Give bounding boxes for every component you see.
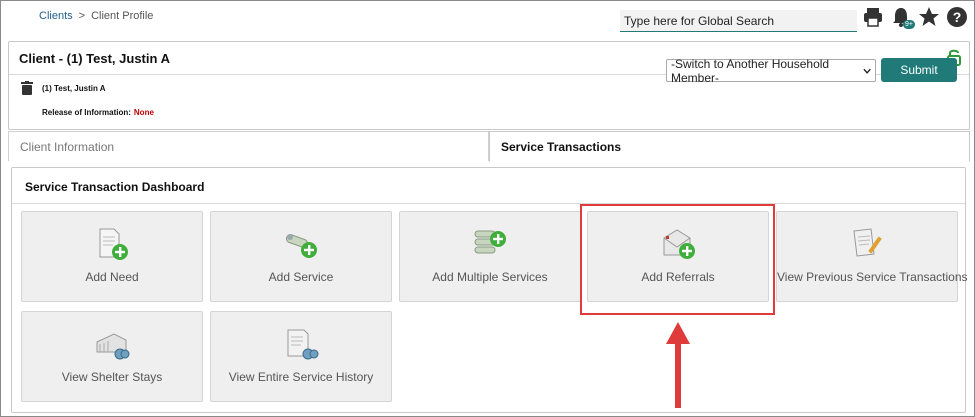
breadcrumb-current: Client Profile [91, 10, 154, 22]
dashboard-divider [12, 203, 965, 204]
service-history-icon [287, 329, 319, 360]
breadcrumb-clients-link[interactable]: Clients [39, 10, 73, 22]
svg-text:?: ? [953, 9, 962, 25]
up-arrow-icon [666, 322, 690, 408]
tile-label: View Entire Service History [228, 370, 374, 384]
tile-label: Add Multiple Services [432, 270, 548, 284]
tile-view-previous-service-transactions[interactable]: View Previous Service Transactions [776, 211, 968, 302]
chevron-down-icon [863, 68, 871, 74]
household-select-value: -Switch to Another Household Member- [671, 56, 830, 85]
top-icons: 9+ ? [862, 6, 968, 29]
tile-label: Add Need [85, 270, 139, 284]
tile-label: View Shelter Stays [61, 370, 163, 384]
submit-button[interactable]: Submit [881, 58, 957, 82]
bell-icon[interactable]: 9+ [890, 6, 915, 29]
client-title: Client - (1) Test, Justin A [19, 51, 170, 66]
tab-bar: Client Information Service Transactions [8, 131, 970, 162]
tile-view-entire-service-history[interactable]: View Entire Service History [210, 311, 392, 402]
add-need-icon [99, 228, 128, 260]
dashboard-title: Service Transaction Dashboard [25, 180, 205, 194]
client-panel: Client - (1) Test, Justin A (1) Test, Ju… [8, 41, 970, 130]
roi-value: None [133, 108, 154, 117]
tile-label: Add Service [268, 270, 334, 284]
tile-add-multiple-services[interactable]: Add Multiple Services [399, 211, 581, 302]
roi-label: Release of Information: [42, 108, 131, 117]
help-icon[interactable]: ? [946, 6, 968, 28]
tab-client-information[interactable]: Client Information [8, 131, 489, 161]
household-member-select[interactable]: -Switch to Another Household Member- [666, 56, 876, 85]
tile-view-shelter-stays[interactable]: View Shelter Stays [21, 311, 203, 402]
tile-add-need[interactable]: Add Need [21, 211, 203, 302]
print-icon[interactable] [862, 6, 884, 28]
view-previous-transactions-icon [853, 228, 882, 257]
tab-service-transactions[interactable]: Service Transactions [489, 131, 970, 162]
highlight-box [580, 204, 775, 315]
client-name: (1) Test, Justin A [42, 84, 106, 93]
notification-badge: 9+ [903, 20, 915, 29]
global-search-input[interactable] [620, 10, 857, 32]
release-of-information: Release of Information: None [42, 108, 154, 117]
breadcrumb: Clients > Client Profile [39, 10, 153, 22]
breadcrumb-separator: > [78, 10, 86, 22]
tile-label: View Previous Service Transactions [777, 270, 968, 284]
trash-icon[interactable] [21, 81, 33, 98]
add-multiple-services-icon [474, 230, 506, 254]
tile-add-service[interactable]: Add Service [210, 211, 392, 302]
star-icon[interactable] [918, 6, 940, 28]
shelter-stays-icon [96, 333, 130, 360]
add-service-icon [285, 234, 317, 258]
